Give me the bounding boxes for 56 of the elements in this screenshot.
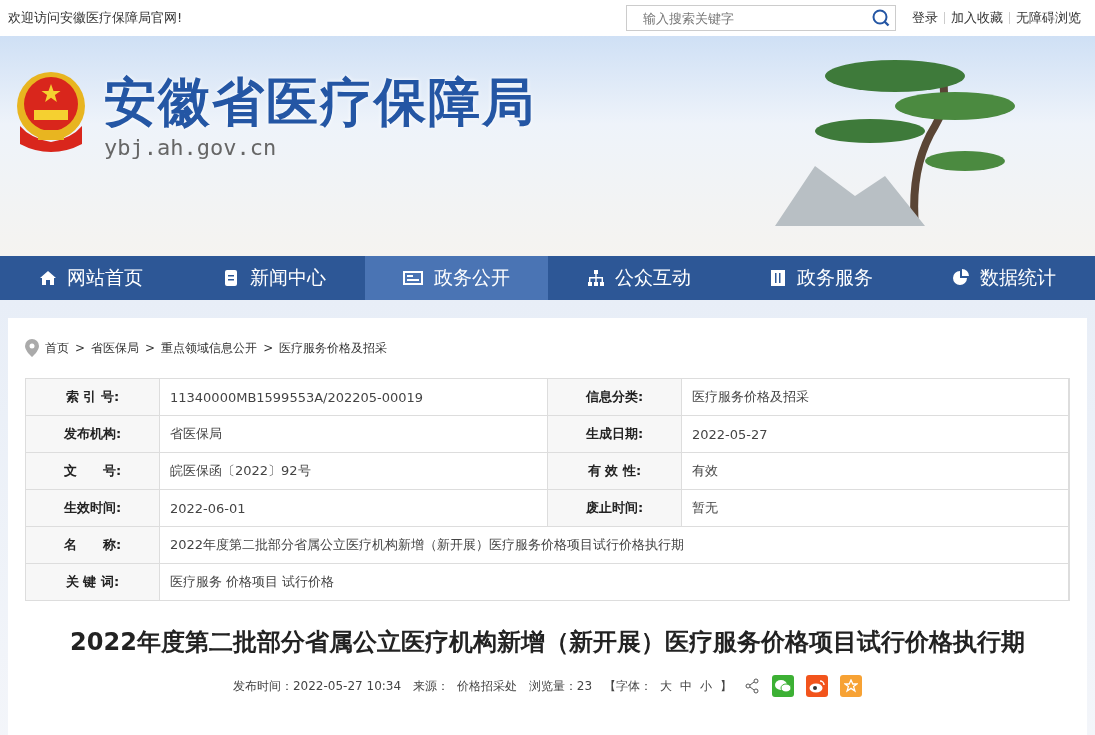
top-link[interactable]: 登录 bbox=[906, 12, 944, 24]
search-field[interactable]: 输入搜索关键字 bbox=[626, 5, 896, 31]
breadcrumb-link[interactable]: 首页 bbox=[45, 339, 69, 357]
table-label: 废止时间: bbox=[548, 490, 682, 526]
breadcrumb-separator: > bbox=[263, 341, 274, 355]
breadcrumb-link[interactable]: 省医保局 bbox=[91, 339, 140, 357]
id-card-icon bbox=[402, 269, 425, 287]
article-meta: 浏览量：23 bbox=[528, 677, 593, 695]
share-icon[interactable] bbox=[744, 678, 761, 694]
table-label: 生效时间: bbox=[26, 490, 160, 526]
chat-bubbles-button[interactable] bbox=[772, 675, 795, 697]
table-cell: 2022年度第二批部分省属公立医疗机构新增（新开展）医疗服务价格项目试行价格执行期 bbox=[160, 527, 1069, 563]
breadcrumb-link[interactable]: 重点领域信息公开 bbox=[161, 339, 258, 357]
table-label: 生成日期: bbox=[548, 416, 682, 452]
star-button[interactable] bbox=[840, 675, 863, 697]
article-meta: 来源： 价格招采处 bbox=[413, 677, 517, 695]
welcome-text: 欢迎访问安徽医疗保障局官网! bbox=[8, 9, 184, 27]
eye-logo-button[interactable] bbox=[806, 675, 829, 697]
bracket-text: 】 bbox=[720, 677, 733, 695]
table-cell: 医疗服务价格及招采 bbox=[682, 379, 1069, 415]
nav-tab[interactable]: 政务公开 bbox=[365, 256, 548, 300]
table-label: 有 效 性: bbox=[548, 453, 682, 489]
nav-tab[interactable]: 政务服务 bbox=[730, 256, 913, 300]
table-label: 发布机构: bbox=[26, 416, 160, 452]
top-link[interactable]: 无障碍浏览 bbox=[1009, 12, 1087, 24]
table-label: 信息分类: bbox=[548, 379, 682, 415]
table-cell: 暂无 bbox=[682, 490, 1069, 526]
font-size-link[interactable]: 小 bbox=[700, 677, 713, 695]
breadcrumb-link[interactable]: 医疗服务价格及招采 bbox=[279, 339, 388, 357]
top-link[interactable]: 加入收藏 bbox=[944, 12, 1009, 24]
table-label: 索 引 号: bbox=[26, 379, 160, 415]
home-icon bbox=[39, 269, 58, 287]
site-title: 安徽省医疗保障局 bbox=[104, 71, 536, 134]
nav-tab[interactable]: 公众互动 bbox=[547, 256, 730, 300]
table-label: 关 键 词: bbox=[26, 564, 160, 600]
nav-tab[interactable]: 新闻中心 bbox=[182, 256, 365, 300]
breadcrumb-separator: > bbox=[75, 341, 86, 355]
article-title: 2022年度第二批部分省属公立医疗机构新增（新开展）医疗服务价格项目试行价格执行期 bbox=[69, 627, 1026, 658]
site-domain: ybj.ah.gov.cn bbox=[104, 134, 278, 162]
table-label: 名 称: bbox=[26, 527, 160, 563]
font-size-link[interactable]: 中 bbox=[680, 677, 693, 695]
nav-tab[interactable]: 网站首页 bbox=[0, 256, 183, 300]
table-cell: 有效 bbox=[682, 453, 1069, 489]
article-meta: 发布时间：2022-05-27 10:34 bbox=[232, 677, 402, 695]
font-size-label: 【字体： bbox=[604, 677, 653, 695]
search-icon[interactable] bbox=[871, 8, 891, 28]
nav-tab[interactable]: 数据统计 bbox=[912, 256, 1095, 300]
breadcrumb-separator: > bbox=[145, 341, 156, 355]
pie-chart-icon bbox=[951, 269, 970, 287]
location-pin-icon bbox=[25, 339, 39, 357]
hierarchy-icon bbox=[586, 269, 605, 287]
book-icon bbox=[769, 269, 788, 287]
table-cell: 医疗服务 价格项目 试行价格 bbox=[160, 564, 1069, 600]
table-cell: 2022-05-27 bbox=[682, 416, 1069, 452]
table-label: 文 号: bbox=[26, 453, 160, 489]
font-size-link[interactable]: 大 bbox=[660, 677, 673, 695]
